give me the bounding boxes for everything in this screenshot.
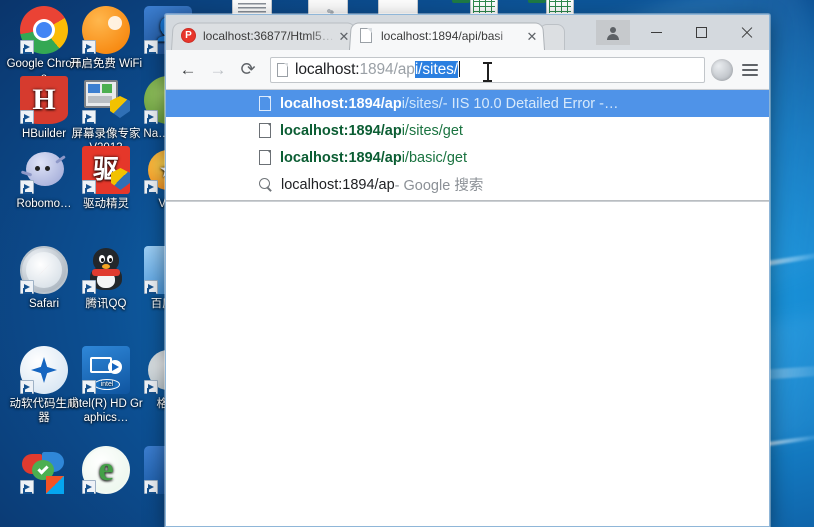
screen-recorder-icon xyxy=(82,76,130,124)
safari-icon xyxy=(20,246,68,294)
p-favicon: P xyxy=(181,28,197,44)
desktop: Google Chrome 开启免费 WiFi 👤 H xyxy=(0,0,814,527)
suggestion-query-text: localhost:1894/ap xyxy=(281,176,395,193)
minimize-button[interactable] xyxy=(634,18,679,47)
suggestion-row-sites-get[interactable]: localhost:1894/ap i/sites/get xyxy=(166,117,769,144)
document-favicon xyxy=(359,28,375,44)
wifi-icon xyxy=(82,6,130,54)
suggestion-url-bold: localhost:1894/ap xyxy=(280,95,402,112)
chrome-icon xyxy=(20,6,68,54)
close-button[interactable] xyxy=(724,18,769,47)
tab-localhost-36877[interactable]: P localhost:36877/Html5… ✕ xyxy=(171,22,357,50)
suggestion-url-rest: i/basic/get xyxy=(401,149,467,166)
desktop-icon-label: 开启免费 WiFi xyxy=(69,58,143,70)
tab-localhost-1894-api[interactable]: localhost:1894/api/basi ✕ xyxy=(349,22,545,50)
chrome-menu-icon[interactable] xyxy=(739,59,761,81)
text-cursor-icon xyxy=(483,61,492,82)
qq-penguin-icon xyxy=(82,246,130,294)
forward-button[interactable]: → xyxy=(204,56,232,84)
search-icon xyxy=(259,177,273,192)
suggestion-row-google-search[interactable]: localhost:1894/ap - Google 搜索 xyxy=(166,171,769,198)
reload-button[interactable]: ⟳ xyxy=(234,56,262,84)
back-button[interactable]: ← xyxy=(174,56,202,84)
suggestion-url-rest: i/sites/ xyxy=(401,95,443,112)
toolbar-right-actions xyxy=(711,58,761,81)
drive-wizard-icon: 驱 xyxy=(82,146,130,194)
address-bar-text: localhost:1894/api/sites/ xyxy=(295,60,460,79)
address-bar[interactable]: localhost:1894/api/sites/ xyxy=(270,56,705,83)
tab-title: localhost:1894/api/basi xyxy=(381,29,504,43)
suggestion-row-basic-get[interactable]: localhost:1894/ap i/basic/get xyxy=(166,144,769,171)
extension-icon[interactable] xyxy=(711,58,733,81)
omnibox-suggestions-dropdown: localhost:1894/ap i/sites/ - IIS 10.0 Det… xyxy=(166,90,769,201)
codegen-icon xyxy=(20,346,68,394)
hbuilder-icon: H xyxy=(20,76,68,124)
window-controls xyxy=(596,15,769,50)
security-suite-icon xyxy=(20,446,68,494)
page-icon xyxy=(259,123,271,138)
suggestion-url-bold: localhost:1894/ap xyxy=(280,149,402,166)
page-info-icon[interactable] xyxy=(277,62,288,77)
tab-strip: P localhost:36877/Html5… ✕ localhost:189… xyxy=(166,15,769,50)
suggestion-row-iis-error[interactable]: localhost:1894/ap i/sites/ - IIS 10.0 Det… xyxy=(166,90,769,117)
omnibox-typed-mid: 1894/ap xyxy=(359,60,415,78)
page-viewport[interactable] xyxy=(166,201,769,526)
tab-close-icon[interactable]: ✕ xyxy=(523,27,541,45)
intel-graphics-icon: intel xyxy=(82,346,130,394)
suggestion-url-rest: i/sites/get xyxy=(401,122,463,139)
omnibox-typed-prefix: localhost: xyxy=(295,60,360,78)
chrome-browser-window: P localhost:36877/Html5… ✕ localhost:189… xyxy=(165,14,770,527)
suggestion-url-bold: localhost:1894/ap xyxy=(280,122,402,139)
browser-toolbar: ← → ⟳ localhost:1894/api/sites/ xyxy=(166,50,769,90)
suggestion-description: - Google 搜索 xyxy=(394,178,484,194)
green-browser-icon: e xyxy=(82,446,130,494)
omnibox-autocomplete-selection: i/sites/ xyxy=(414,60,458,78)
suggestion-description: - IIS 10.0 Detailed Error -… xyxy=(442,95,619,112)
page-icon xyxy=(259,150,271,165)
page-icon xyxy=(259,96,271,111)
maximize-button[interactable] xyxy=(679,18,724,47)
robomongo-icon xyxy=(20,146,68,194)
tab-title: localhost:36877/Html5… xyxy=(203,29,334,43)
profile-icon[interactable] xyxy=(596,20,630,45)
